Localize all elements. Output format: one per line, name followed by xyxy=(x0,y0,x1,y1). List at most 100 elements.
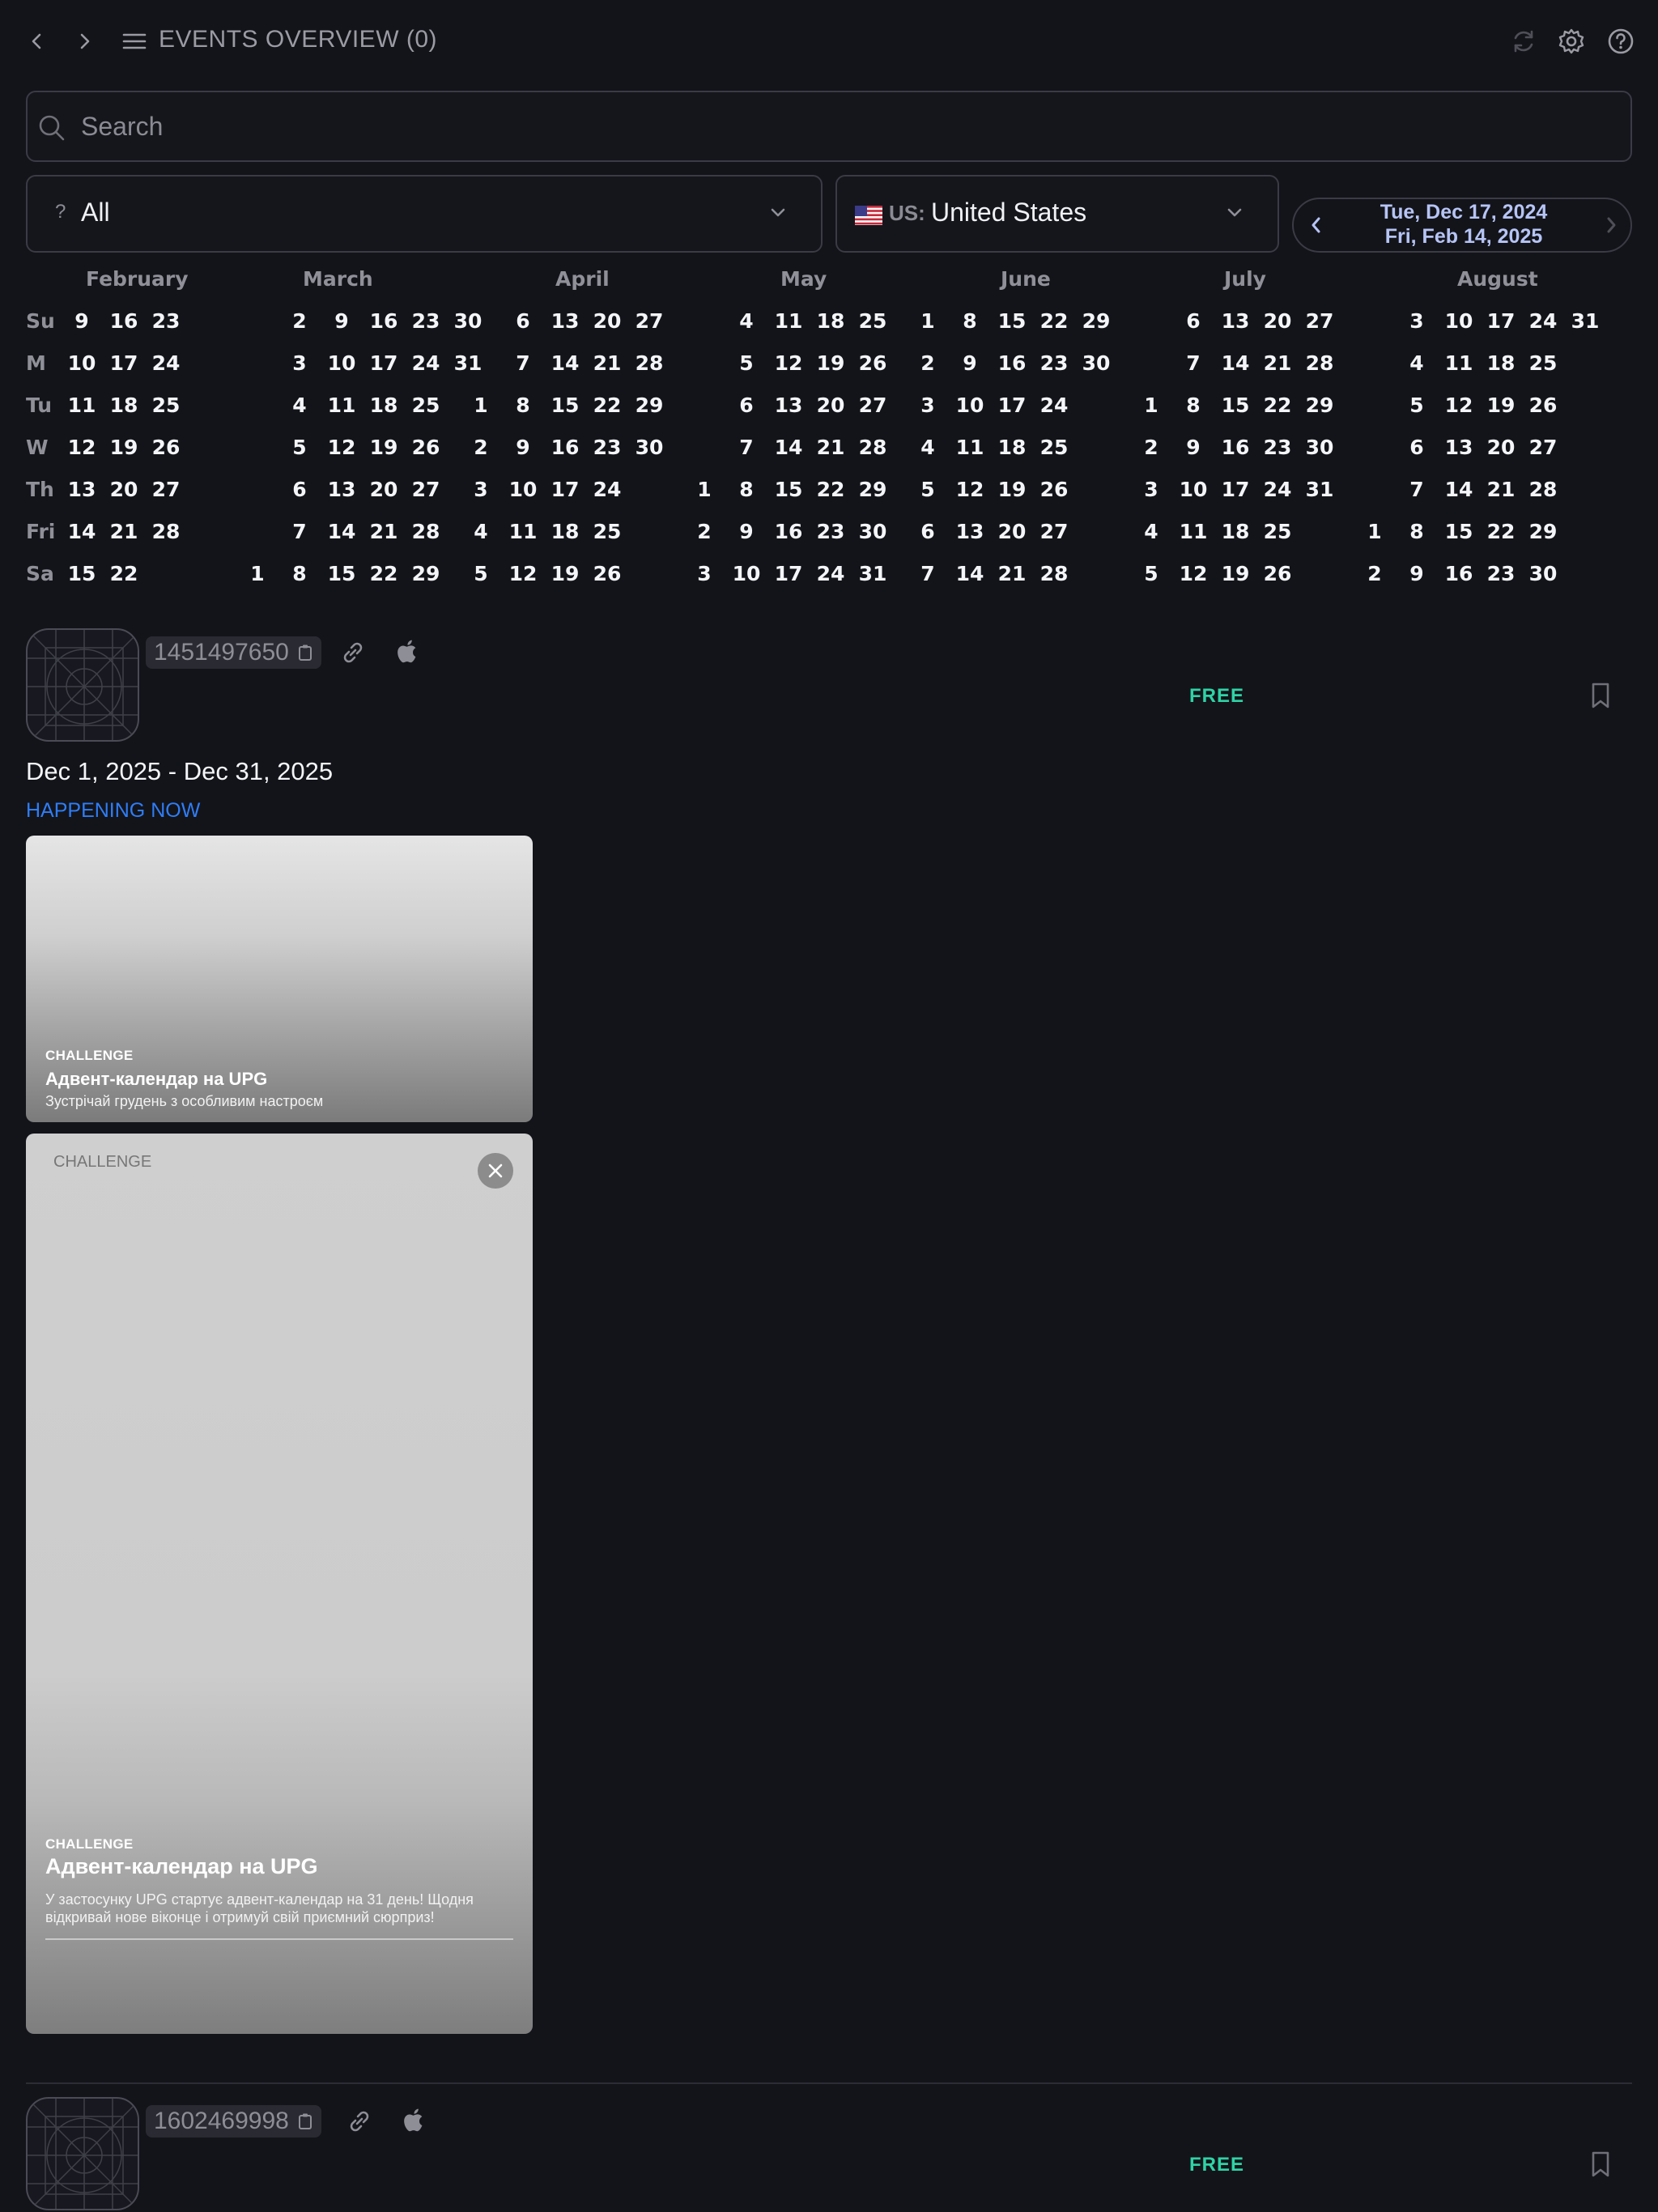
calendar-day[interactable]: 18 xyxy=(1211,520,1260,543)
calendar-day[interactable]: 24 xyxy=(583,478,631,501)
calendar-day[interactable]: 29 xyxy=(625,393,674,417)
calendar-day[interactable]: 1 xyxy=(680,478,729,501)
calendar-day[interactable]: 18 xyxy=(100,393,148,417)
calendar-day[interactable]: 14 xyxy=(541,351,589,375)
calendar-day[interactable]: 18 xyxy=(806,309,855,333)
calendar-day[interactable]: 16 xyxy=(1211,436,1260,459)
calendar-day[interactable]: 23 xyxy=(142,309,190,333)
calendar-day[interactable]: 8 xyxy=(946,309,994,333)
calendar-day[interactable]: 22 xyxy=(359,562,408,585)
event-card-expanded[interactable]: CHALLENGE CHALLENGE Адвент-календар на U… xyxy=(26,1134,533,2034)
calendar-day[interactable]: 19 xyxy=(541,562,589,585)
calendar-day[interactable]: 28 xyxy=(625,351,674,375)
calendar-day[interactable]: 11 xyxy=(764,309,813,333)
calendar-day[interactable]: 17 xyxy=(100,351,148,375)
calendar-day[interactable]: 9 xyxy=(317,309,366,333)
calendar-day[interactable]: 4 xyxy=(1392,351,1441,375)
calendar-day[interactable]: 29 xyxy=(1072,309,1120,333)
refresh-icon[interactable] xyxy=(1504,22,1543,61)
calendar-day[interactable]: 12 xyxy=(946,478,994,501)
calendar-day[interactable]: 13 xyxy=(317,478,366,501)
calendar-day[interactable]: 27 xyxy=(1519,436,1567,459)
calendar-day[interactable]: 14 xyxy=(764,436,813,459)
calendar-day[interactable]: 16 xyxy=(100,309,148,333)
calendar-day[interactable]: 4 xyxy=(722,309,771,333)
type-filter-select[interactable]: ? All xyxy=(26,175,823,253)
calendar-day[interactable]: 7 xyxy=(1169,351,1218,375)
link-icon[interactable] xyxy=(338,638,368,667)
calendar-day[interactable]: 2 xyxy=(680,520,729,543)
calendar-day[interactable]: 5 xyxy=(722,351,771,375)
calendar-day[interactable]: 25 xyxy=(1519,351,1567,375)
calendar-day[interactable]: 2 xyxy=(275,309,324,333)
calendar-day[interactable]: 16 xyxy=(541,436,589,459)
calendar-day[interactable]: 15 xyxy=(764,478,813,501)
calendar-day[interactable]: 29 xyxy=(402,562,450,585)
calendar-day[interactable]: 9 xyxy=(722,520,771,543)
calendar-day[interactable]: 6 xyxy=(903,520,952,543)
calendar-day[interactable]: 28 xyxy=(1295,351,1344,375)
close-card-button[interactable] xyxy=(478,1153,513,1189)
calendar-day[interactable]: 5 xyxy=(457,562,505,585)
calendar-day[interactable]: 8 xyxy=(499,393,547,417)
calendar-day[interactable]: 15 xyxy=(57,562,106,585)
calendar-day[interactable]: 14 xyxy=(1211,351,1260,375)
search-box[interactable] xyxy=(26,91,1632,162)
calendar-day[interactable]: 2 xyxy=(1127,436,1175,459)
calendar-day[interactable]: 21 xyxy=(1253,351,1302,375)
calendar-day[interactable]: 14 xyxy=(946,562,994,585)
calendar-day[interactable]: 10 xyxy=(946,393,994,417)
calendar-day[interactable]: 1 xyxy=(233,562,282,585)
calendar-day[interactable]: 12 xyxy=(764,351,813,375)
app-id-chip[interactable]: 1602469998 xyxy=(146,2105,321,2138)
calendar-day[interactable]: 22 xyxy=(583,393,631,417)
calendar-day[interactable]: 5 xyxy=(903,478,952,501)
calendar-day[interactable]: 30 xyxy=(625,436,674,459)
calendar-day[interactable]: 3 xyxy=(903,393,952,417)
help-question-icon[interactable] xyxy=(1601,22,1640,61)
calendar-day[interactable]: 16 xyxy=(359,309,408,333)
date-range-picker[interactable]: Tue, Dec 17, 2024 Fri, Feb 14, 2025 xyxy=(1292,198,1632,253)
calendar-day[interactable]: 15 xyxy=(541,393,589,417)
calendar-day[interactable]: 19 xyxy=(1477,393,1525,417)
calendar-day[interactable]: 12 xyxy=(499,562,547,585)
calendar-day[interactable]: 8 xyxy=(275,562,324,585)
calendar-day[interactable]: 6 xyxy=(1169,309,1218,333)
calendar-day[interactable]: 20 xyxy=(988,520,1036,543)
calendar-day[interactable]: 25 xyxy=(583,520,631,543)
event-card-small[interactable]: CHALLENGE Адвент-календар на UPG Зустріч… xyxy=(26,836,533,1122)
calendar-day[interactable]: 9 xyxy=(1392,562,1441,585)
calendar-day[interactable]: 23 xyxy=(806,520,855,543)
calendar-day[interactable]: 7 xyxy=(722,436,771,459)
calendar-day[interactable]: 5 xyxy=(1127,562,1175,585)
clipboard-icon[interactable] xyxy=(297,644,313,661)
calendar-day[interactable]: 22 xyxy=(1477,520,1525,543)
calendar-day[interactable]: 15 xyxy=(988,309,1036,333)
calendar-day[interactable]: 13 xyxy=(541,309,589,333)
calendar-day[interactable]: 25 xyxy=(1253,520,1302,543)
calendar-day[interactable]: 28 xyxy=(142,520,190,543)
calendar-day[interactable]: 9 xyxy=(946,351,994,375)
calendar-day[interactable]: 10 xyxy=(1435,309,1483,333)
calendar-day[interactable]: 26 xyxy=(1519,393,1567,417)
search-input[interactable] xyxy=(81,107,1603,146)
calendar-day[interactable]: 2 xyxy=(903,351,952,375)
calendar-day[interactable]: 23 xyxy=(1253,436,1302,459)
calendar-day[interactable]: 19 xyxy=(988,478,1036,501)
calendar-day[interactable]: 2 xyxy=(1350,562,1399,585)
calendar-day[interactable]: 17 xyxy=(988,393,1036,417)
calendar-day[interactable]: 17 xyxy=(541,478,589,501)
calendar-day[interactable]: 13 xyxy=(946,520,994,543)
calendar-day[interactable]: 10 xyxy=(499,478,547,501)
calendar-day[interactable]: 17 xyxy=(1477,309,1525,333)
calendar-day[interactable]: 7 xyxy=(903,562,952,585)
apple-logo-icon[interactable] xyxy=(395,638,421,667)
calendar-day[interactable]: 22 xyxy=(1030,309,1078,333)
calendar-day[interactable]: 27 xyxy=(1295,309,1344,333)
calendar-day[interactable]: 7 xyxy=(1392,478,1441,501)
calendar-day[interactable]: 30 xyxy=(1072,351,1120,375)
calendar-day[interactable]: 3 xyxy=(457,478,505,501)
calendar-day[interactable]: 18 xyxy=(1477,351,1525,375)
calendar-day[interactable]: 6 xyxy=(1392,436,1441,459)
calendar-day[interactable]: 27 xyxy=(142,478,190,501)
